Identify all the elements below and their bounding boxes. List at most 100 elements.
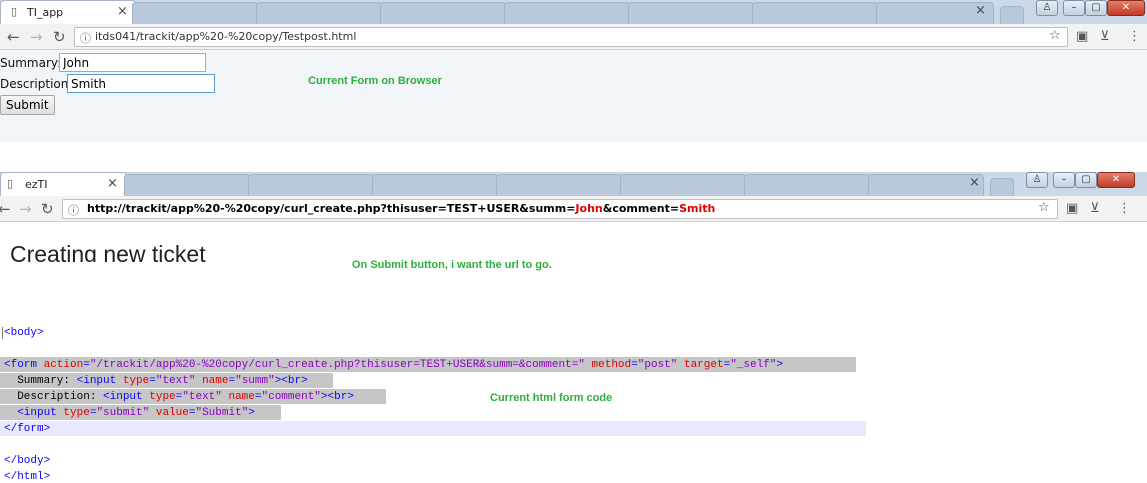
info-icon[interactable]: ⓘ — [80, 30, 91, 46]
background-tab[interactable] — [628, 2, 754, 24]
background-tab[interactable] — [372, 174, 498, 196]
code-line: </form> — [4, 423, 50, 435]
window1-tab-strip: ▯ TI_app × × ♙ – ▢ ✕ — [0, 0, 1147, 24]
url-part: &comment= — [602, 202, 680, 215]
description-label: Description: — [0, 77, 73, 91]
extension-icon[interactable]: ⊻ — [1100, 27, 1110, 47]
tab-close-icon[interactable]: × — [107, 176, 118, 191]
code-token: "_self" — [730, 359, 777, 371]
window2-address-bar[interactable]: ⓘ http://trackit/app%20-%20copy/curl_cre… — [62, 199, 1058, 219]
code-token: = — [149, 375, 156, 387]
window2-active-tab[interactable]: ▯ ezTI × — [0, 172, 127, 196]
background-tab[interactable] — [752, 2, 878, 24]
window1-tab-title: TI_app — [27, 6, 64, 19]
code-token: ><br> — [320, 391, 354, 403]
code-token: <body> — [4, 327, 44, 339]
code-line: <body> — [4, 327, 44, 339]
maximize-button[interactable]: ▢ — [1075, 172, 1097, 188]
reload-icon[interactable]: ↻ — [41, 199, 54, 219]
background-tab[interactable] — [380, 2, 506, 24]
background-tab[interactable] — [620, 174, 746, 196]
user-icon[interactable]: ♙ — [1036, 0, 1058, 16]
code-token: = — [631, 359, 638, 371]
tab-close-icon[interactable]: × — [117, 4, 128, 19]
background-tab[interactable] — [504, 2, 630, 24]
page-heading: Creating new ticket — [10, 241, 206, 262]
new-tab-button[interactable] — [990, 178, 1014, 196]
code-token: name — [228, 391, 255, 403]
url-annotation: On Submit button, i want the url to go. — [352, 259, 552, 271]
bookmark-star-icon[interactable]: ☆ — [1038, 198, 1050, 218]
code-line: </body> — [4, 455, 50, 467]
submit-button[interactable]: Submit — [0, 95, 55, 115]
code-token: ><br> — [274, 375, 308, 387]
window2-url[interactable]: http://trackit/app%20-%20copy/curl_creat… — [87, 202, 715, 215]
menu-dots-icon[interactable]: ⋮ — [1118, 199, 1131, 219]
code-token: target — [683, 359, 724, 371]
form-annotation: Current Form on Browser — [308, 75, 442, 87]
info-icon[interactable]: ⓘ — [68, 202, 79, 218]
code-line: <input type="submit" value="Submit"> — [4, 407, 255, 419]
url-part: http://trackit/app%20-%20copy/curl_creat… — [87, 202, 576, 215]
code-token: </body> — [4, 455, 51, 467]
url-part-comment-value: Smith — [679, 202, 716, 215]
reload-icon[interactable]: ↻ — [53, 27, 66, 47]
extension-icon[interactable]: ▣ — [1076, 27, 1088, 47]
code-token: type — [63, 407, 90, 419]
code-token: </html> — [4, 471, 51, 483]
window2-toolbar: ← → ↻ ⓘ http://trackit/app%20-%20copy/cu… — [0, 196, 1147, 222]
menu-dots-icon[interactable]: ⋮ — [1128, 27, 1141, 47]
background-tab[interactable] — [744, 174, 870, 196]
forward-arrow-icon[interactable]: → — [30, 27, 43, 47]
back-arrow-icon[interactable]: ← — [7, 27, 20, 47]
code-token: "text" — [155, 375, 196, 387]
window1-toolbar: ← → ↻ ⓘ itds041/trackit/app%20-%20copy/T… — [0, 24, 1147, 50]
extension-icon[interactable]: ▣ — [1066, 199, 1078, 219]
extension-icon[interactable]: ⊻ — [1090, 199, 1100, 219]
background-tab[interactable] — [248, 174, 374, 196]
summary-input[interactable] — [59, 53, 206, 72]
code-token: Description: — [4, 391, 104, 403]
background-tab[interactable] — [496, 174, 622, 196]
background-tab[interactable] — [132, 2, 258, 24]
close-window-button[interactable]: ✕ — [1097, 172, 1135, 188]
description-input[interactable] — [67, 74, 215, 93]
code-token: "Submit" — [195, 407, 249, 419]
window1-page: Summary: Description: Submit Current For… — [0, 50, 1147, 142]
tab-close-icon[interactable]: × — [969, 175, 980, 190]
close-window-button[interactable]: ✕ — [1107, 0, 1145, 16]
user-icon[interactable]: ♙ — [1026, 172, 1048, 188]
window1-active-tab[interactable]: ▯ TI_app × — [0, 0, 136, 24]
bookmark-star-icon[interactable]: ☆ — [1049, 26, 1061, 46]
page-icon: ▯ — [11, 5, 18, 18]
background-tab[interactable] — [868, 174, 984, 196]
tab-close-icon[interactable]: × — [975, 3, 986, 18]
code-token: </form> — [4, 423, 51, 435]
minimize-button[interactable]: – — [1063, 0, 1085, 16]
code-cursor-band — [0, 421, 866, 436]
back-arrow-icon[interactable]: ← — [0, 199, 11, 219]
window1-address-bar[interactable]: ⓘ itds041/trackit/app%20-%20copy/Testpos… — [74, 27, 1068, 47]
new-tab-button[interactable] — [1000, 6, 1024, 24]
maximize-button[interactable]: ▢ — [1085, 0, 1107, 16]
background-tab[interactable] — [256, 2, 382, 24]
code-token: "summ" — [235, 375, 275, 387]
code-annotation: Current html form code — [490, 392, 613, 404]
window1-url[interactable]: itds041/trackit/app%20-%20copy/Testpost.… — [95, 30, 356, 43]
code-token: "comment" — [261, 391, 321, 403]
background-tab[interactable] — [124, 174, 250, 196]
minimize-button[interactable]: – — [1053, 172, 1075, 188]
code-token: value — [155, 407, 189, 419]
forward-arrow-icon[interactable]: → — [19, 199, 32, 219]
code-token: type — [149, 391, 176, 403]
code-token: "submit" — [96, 407, 150, 419]
code-line: </html> — [4, 471, 50, 483]
url-part-summ-value: John — [575, 202, 603, 215]
window2-tab-strip: ▯ ezTI × × ♙ – ▢ ✕ — [0, 172, 1147, 196]
code-token: name — [202, 375, 229, 387]
code-token: <input — [103, 391, 150, 403]
page-icon: ▯ — [7, 177, 14, 190]
